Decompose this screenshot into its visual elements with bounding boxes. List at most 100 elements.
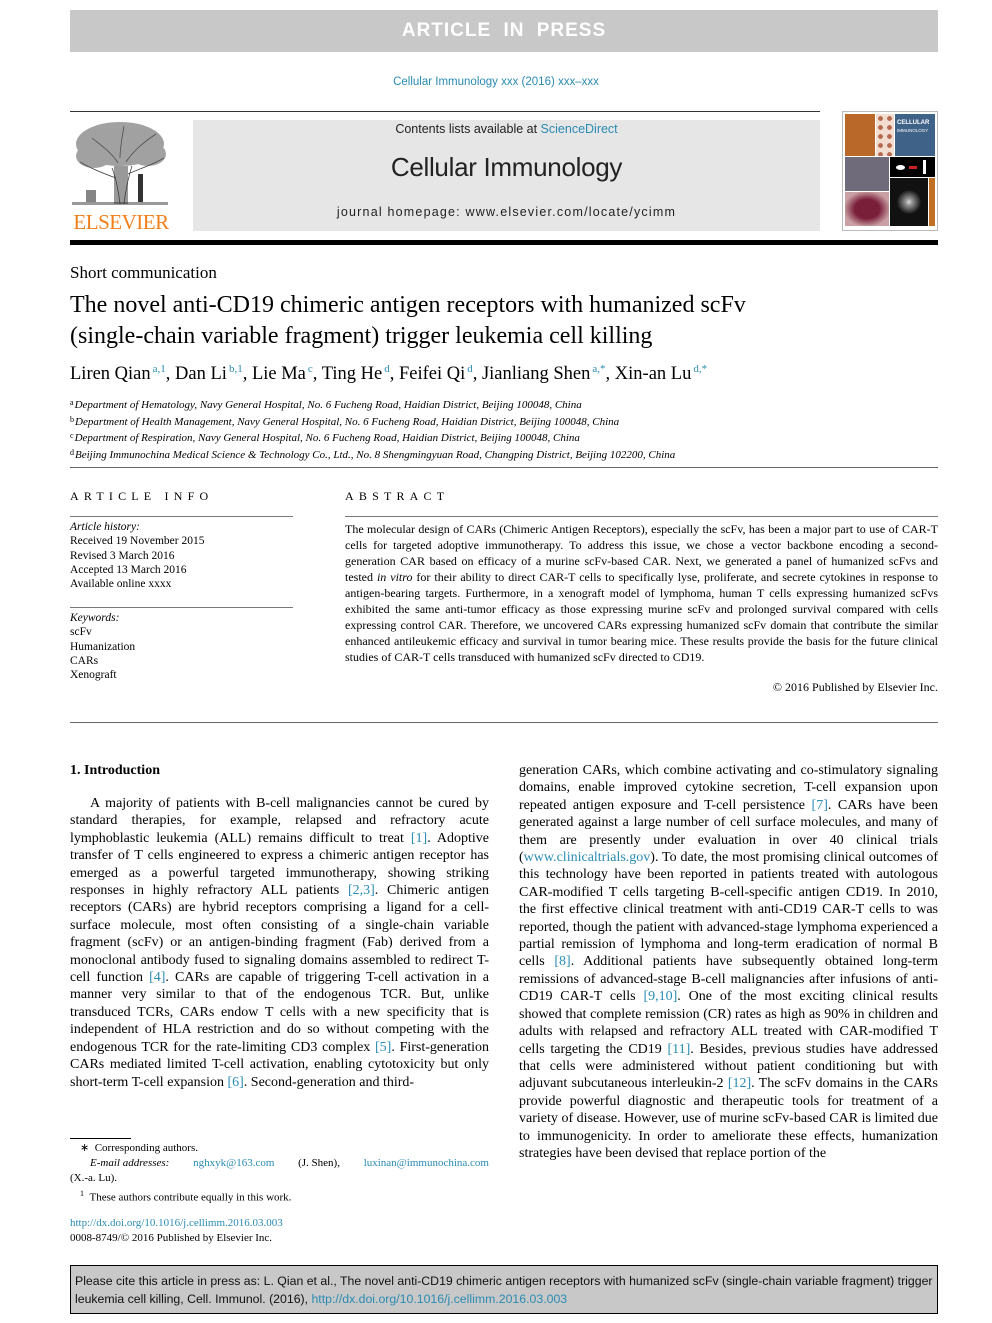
author-list: Liren Qian a,1, Dan Li b,1, Lie Ma c, Ting … bbox=[70, 363, 707, 385]
article-history-label: Article history: bbox=[70, 521, 140, 533]
title-line-2: (single-chain variable fragment) trigger… bbox=[70, 323, 653, 349]
title-line-1: The novel anti-CD19 chimeric antigen rec… bbox=[70, 292, 746, 318]
cover-panel-gray-tissue bbox=[845, 157, 889, 191]
doi-link[interactable]: http://dx.doi.org/10.1016/j.cellimm.2016… bbox=[70, 1217, 283, 1229]
author-affiliation-marker[interactable]: a,1 bbox=[153, 363, 166, 375]
email-owner-shen: (J. Shen), bbox=[298, 1157, 340, 1169]
author-separator: , bbox=[605, 364, 615, 384]
keywords-label: Keywords: bbox=[70, 612, 120, 624]
author-affiliation-marker[interactable]: d,* bbox=[693, 363, 707, 375]
affiliation-key: c bbox=[70, 431, 74, 440]
reference-link[interactable]: [4] bbox=[149, 970, 165, 985]
reference-link[interactable]: [6] bbox=[227, 1075, 243, 1090]
body-text: . Second-generation and third- bbox=[243, 1074, 415, 1090]
elsevier-logo[interactable]: ELSEVIER bbox=[70, 118, 172, 234]
history-accepted: Accepted 13 March 2016 bbox=[70, 563, 187, 576]
cover-panel-mouse bbox=[890, 157, 935, 177]
body-text: ). To date, the most promising clinical … bbox=[519, 850, 938, 970]
intro-column-left: A majority of patients with B-cell malig… bbox=[70, 795, 489, 1091]
affiliation-a: aDepartment of Hematology, Navy General … bbox=[70, 396, 675, 413]
email-link-lu[interactable]: luxinan@immunochina.com bbox=[364, 1156, 489, 1171]
contents-prefix: Contents lists available at bbox=[395, 122, 541, 136]
affiliation-key: a bbox=[70, 398, 74, 407]
affiliation-b: bDepartment of Health Management, Navy G… bbox=[70, 413, 675, 430]
affiliation-text: Beijing Immunochina Medical Science & Te… bbox=[75, 448, 676, 461]
reference-link[interactable]: [9,10] bbox=[643, 989, 677, 1004]
author-separator: , bbox=[165, 364, 176, 384]
cover-panel-dots bbox=[876, 114, 894, 156]
affiliation-d: dBeijing Immunochina Medical Science & T… bbox=[70, 446, 675, 463]
reference-link[interactable]: [1] bbox=[411, 831, 427, 846]
affiliations: aDepartment of Hematology, Navy General … bbox=[70, 396, 675, 462]
author-name[interactable]: Feifei Qi bbox=[399, 364, 465, 384]
affiliation-key: d bbox=[70, 447, 74, 457]
reference-link[interactable]: www.clinicaltrials.gov bbox=[524, 850, 651, 865]
abstract-bottom-rule bbox=[70, 722, 938, 723]
author-affiliation-marker[interactable]: a,* bbox=[592, 363, 605, 375]
citation-box: Please cite this article in press as: L.… bbox=[70, 1265, 938, 1314]
sciencedirect-link[interactable]: ScienceDirect bbox=[541, 122, 618, 136]
keyword: Xenograft bbox=[70, 669, 117, 682]
contents-line: Contents lists available at ScienceDirec… bbox=[193, 122, 820, 136]
keyword: scFv bbox=[70, 626, 92, 639]
header-divider bbox=[70, 467, 938, 468]
article-in-press-banner: ARTICLE IN PRESS bbox=[70, 10, 938, 52]
reference-link[interactable]: [2,3] bbox=[348, 883, 375, 898]
mouse-icon bbox=[896, 165, 905, 170]
affiliation-text: Department of Hematology, Navy General H… bbox=[74, 399, 582, 411]
affiliation-c: cDepartment of Respiration, Navy General… bbox=[70, 429, 675, 446]
cover-title-line2: IMMUNOLOGY bbox=[897, 128, 929, 133]
author-name[interactable]: Dan Li bbox=[175, 364, 227, 384]
elsevier-wordmark: ELSEVIER bbox=[73, 210, 169, 234]
history-revised: Revised 3 March 2016 bbox=[70, 549, 175, 562]
corresponding-note: ∗ Corresponding authors. bbox=[80, 1142, 198, 1154]
keyword: CARs bbox=[70, 654, 99, 667]
banner-text: ARTICLE IN PRESS bbox=[401, 20, 607, 41]
author-name[interactable]: Jianliang Shen bbox=[482, 364, 590, 384]
article-info-heading: ARTICLE INFO bbox=[70, 489, 214, 503]
journal-cover-thumbnail[interactable]: CELLULAR IMMUNOLOGY bbox=[842, 111, 938, 231]
masthead-top-rule bbox=[70, 111, 820, 112]
homepage-url[interactable]: www.elsevier.com/locate/ycimm bbox=[466, 205, 677, 219]
abstract-rule bbox=[345, 516, 938, 517]
author-name[interactable]: Ting He bbox=[322, 364, 383, 384]
journal-title: Cellular Immunology bbox=[390, 152, 623, 182]
human-figure-icon bbox=[923, 160, 926, 174]
email-line: E-mail addresses: nghxyk@163.com (J. She… bbox=[70, 1156, 489, 1171]
article-info-rule-1 bbox=[70, 516, 293, 517]
reference-link[interactable]: [11] bbox=[667, 1042, 690, 1057]
reference-link[interactable]: [8] bbox=[554, 954, 570, 969]
email-owner-lu: (X.-a. Lu). bbox=[70, 1172, 118, 1184]
introduction-heading: 1. Introduction bbox=[70, 763, 160, 778]
author-name[interactable]: Liren Qian bbox=[70, 364, 151, 384]
journal-reference-link[interactable]: Cellular Immunology xxx (2016) xxx–xxx bbox=[393, 76, 599, 88]
abstract-italic: in vitro bbox=[376, 570, 413, 585]
citation-doi-link[interactable]: http://dx.doi.org/10.1016/j.cellimm.2016… bbox=[311, 1292, 567, 1306]
footnote-mark: 1 bbox=[80, 1189, 84, 1198]
email-label: E-mail addresses: bbox=[90, 1157, 170, 1169]
author-separator: , bbox=[389, 364, 399, 384]
journal-homepage[interactable]: journal homepage: www.elsevier.com/locat… bbox=[193, 205, 820, 219]
author-name[interactable]: Lie Ma bbox=[252, 364, 306, 384]
author-affiliation-marker[interactable]: b,1 bbox=[229, 363, 243, 375]
email-link-shen[interactable]: nghxyk@163.com bbox=[193, 1156, 274, 1171]
journal-reference[interactable]: Cellular Immunology xxx (2016) xxx–xxx bbox=[0, 76, 992, 88]
author-name[interactable]: Xin-an Lu bbox=[615, 364, 692, 384]
history-online: Available online xxxx bbox=[70, 578, 172, 591]
article-info-rule-2 bbox=[70, 607, 293, 608]
masthead-thick-rule bbox=[70, 240, 938, 245]
reference-link[interactable]: [5] bbox=[375, 1040, 391, 1055]
cover-panel-red-tissue bbox=[845, 192, 889, 226]
keywords: Keywords: scFv Humanization CARs Xenogra… bbox=[70, 611, 135, 682]
intro-column-right: generation CARs, which combine activatin… bbox=[519, 762, 938, 1162]
affiliation-text: Department of Health Management, Navy Ge… bbox=[75, 415, 620, 428]
author-separator: , bbox=[472, 364, 482, 384]
doi-block: http://dx.doi.org/10.1016/j.cellimm.2016… bbox=[70, 1216, 283, 1246]
author-separator: , bbox=[312, 364, 322, 384]
equal-contribution-text: These authors contribute equally in this… bbox=[89, 1191, 292, 1204]
reference-link[interactable]: [12] bbox=[728, 1076, 751, 1091]
arrow-icon bbox=[909, 166, 917, 169]
keyword: Humanization bbox=[70, 640, 136, 653]
reference-link[interactable]: [7] bbox=[812, 798, 828, 813]
affiliation-text: Department of Respiration, Navy General … bbox=[74, 432, 580, 444]
